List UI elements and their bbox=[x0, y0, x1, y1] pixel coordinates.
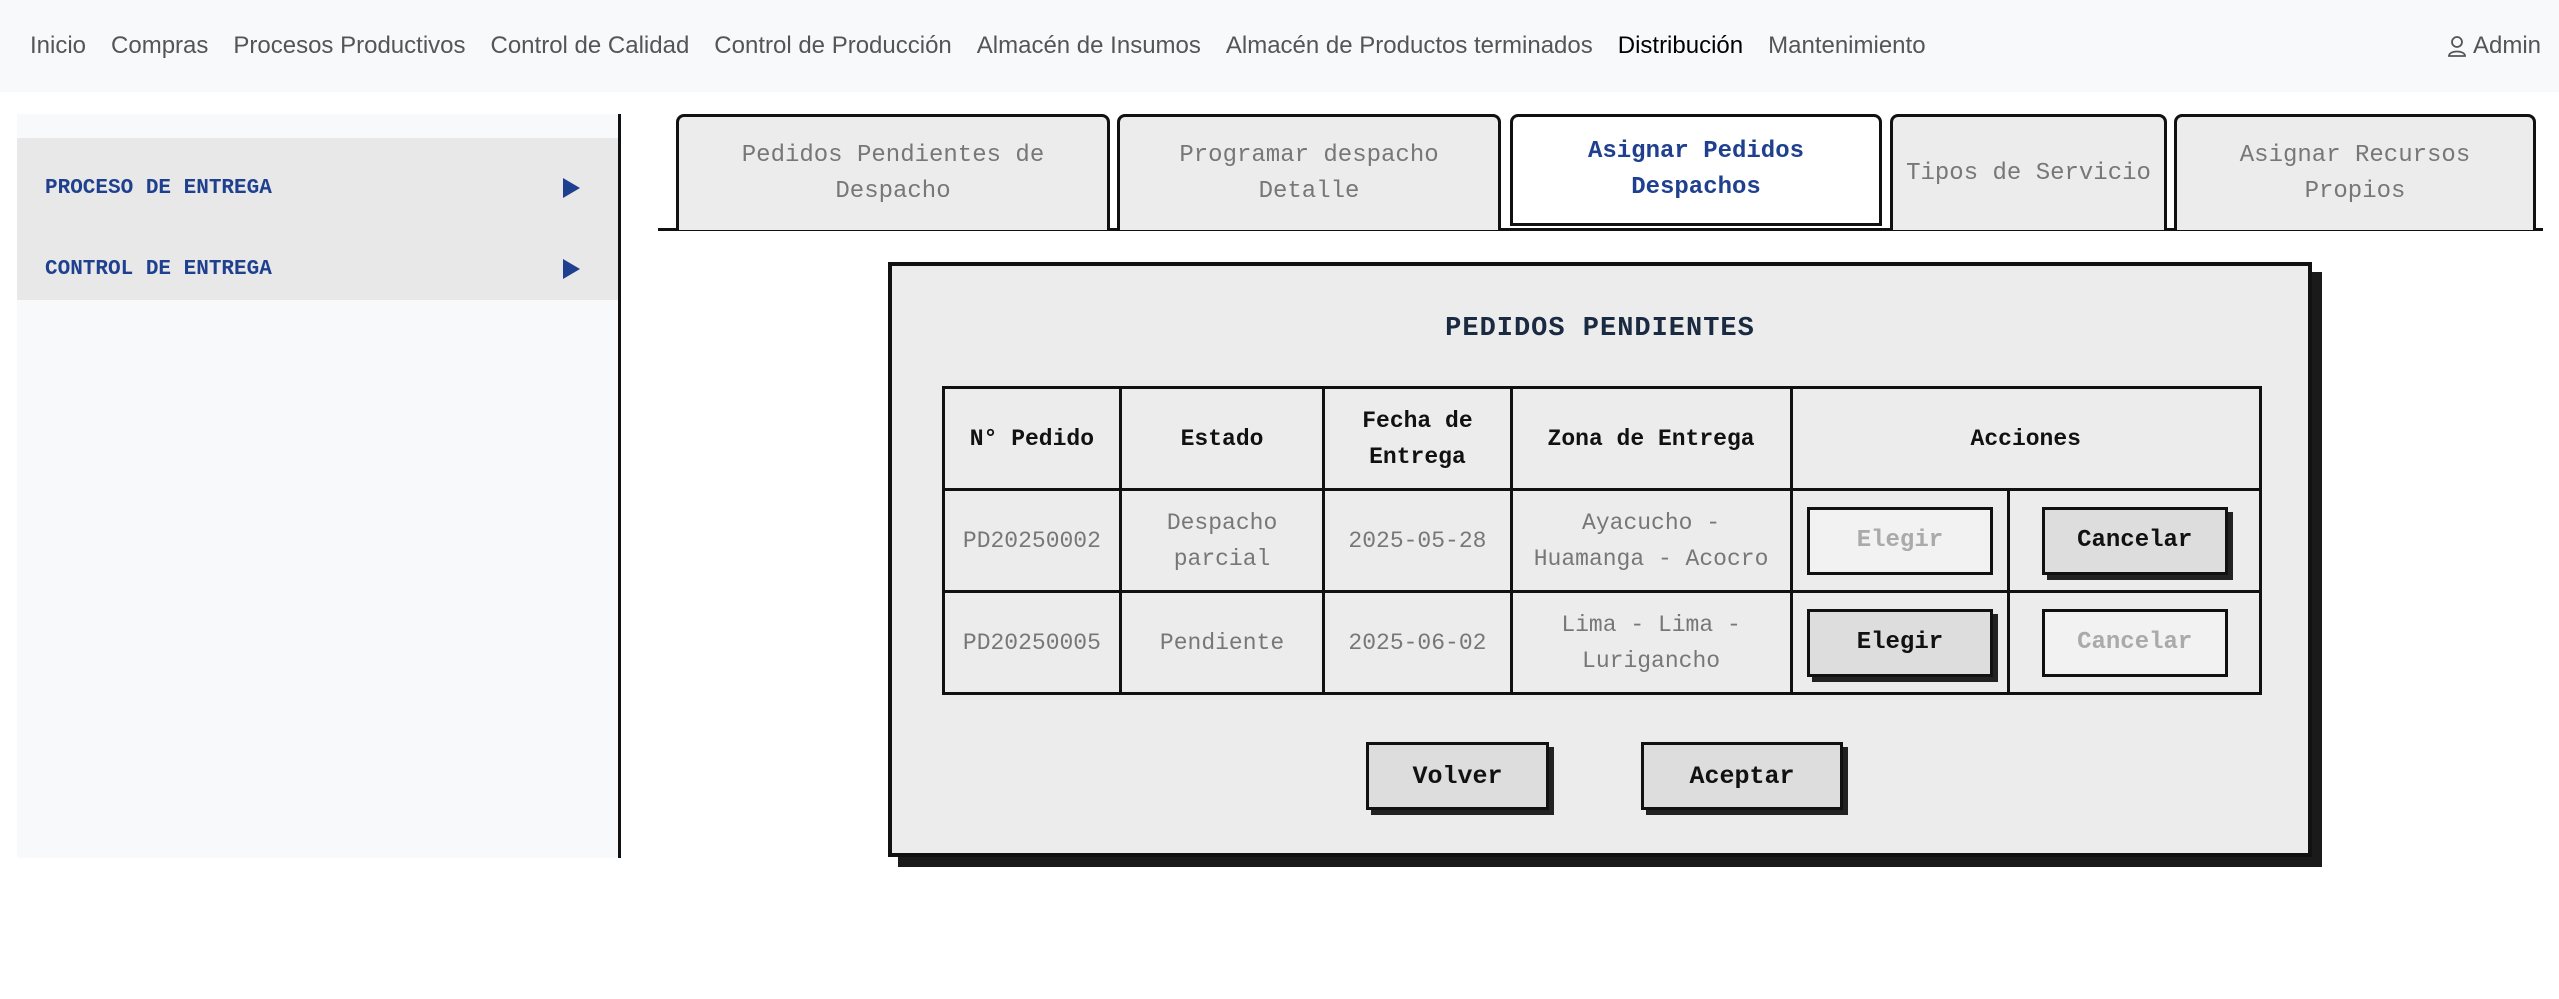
aceptar-button[interactable]: Aceptar bbox=[1641, 742, 1843, 810]
sidebar: PROCESO DE ENTREGA CONTROL DE ENTREGA bbox=[17, 114, 621, 858]
triangle-right-icon bbox=[563, 178, 580, 198]
tab-asignar-recursos[interactable]: Asignar Recursos Propios bbox=[2174, 114, 2536, 230]
cancelar-button[interactable]: Cancelar bbox=[2041, 506, 2228, 575]
col-header-estado: Estado bbox=[1118, 386, 1326, 491]
cell-pedido: PD20250005 bbox=[942, 590, 1122, 695]
cell-estado: Pendiente bbox=[1118, 590, 1326, 695]
nav-almacen-insumos[interactable]: Almacén de Insumos bbox=[977, 32, 1201, 60]
sidebar-item-label: CONTROL DE ENTREGA bbox=[45, 257, 272, 281]
nav-inicio[interactable]: Inicio bbox=[30, 32, 86, 60]
elegir-button[interactable]: Elegir bbox=[1806, 506, 1993, 575]
cell-fecha: 2025-06-02 bbox=[1322, 590, 1513, 695]
tab-tipos-servicio[interactable]: Tipos de Servicio bbox=[1890, 114, 2167, 230]
cell-cancelar: Cancelar bbox=[2007, 488, 2262, 593]
tab-pedidos-pendientes[interactable]: Pedidos Pendientes de Despacho bbox=[676, 114, 1110, 230]
tab-asignar-pedidos[interactable]: Asignar Pedidos Despachos bbox=[1510, 114, 1882, 226]
nav-control-calidad[interactable]: Control de Calidad bbox=[491, 32, 690, 60]
user-menu[interactable]: Admin bbox=[2447, 0, 2541, 92]
orders-table: N° Pedido Estado Fecha de Entrega Zona d… bbox=[942, 386, 2262, 695]
col-header-pedido: N° Pedido bbox=[942, 386, 1122, 491]
cell-elegir: Elegir bbox=[1789, 590, 2011, 695]
tab-label: Tipos de Servicio bbox=[1906, 159, 2151, 187]
cell-pedido: PD20250002 bbox=[942, 488, 1122, 593]
cell-cancelar: Cancelar bbox=[2007, 590, 2262, 695]
sidebar-menu: PROCESO DE ENTREGA CONTROL DE ENTREGA bbox=[17, 138, 618, 300]
user-name: Admin bbox=[2472, 32, 2541, 59]
col-header-acciones: Acciones bbox=[1789, 386, 2262, 491]
nav-distribucion[interactable]: Distribución bbox=[1618, 32, 1743, 60]
tab-label: Asignar Pedidos Despachos bbox=[1587, 138, 1805, 201]
tab-label: Pedidos Pendientes de Despacho bbox=[741, 141, 1045, 205]
user-icon bbox=[2448, 36, 2466, 57]
cell-fecha: 2025-05-28 bbox=[1322, 488, 1513, 593]
col-header-zona: Zona de Entrega bbox=[1509, 386, 1793, 491]
sidebar-item-control-entrega[interactable]: CONTROL DE ENTREGA bbox=[45, 249, 600, 289]
nav-procesos-productivos[interactable]: Procesos Productivos bbox=[233, 32, 465, 60]
table-header-row: N° Pedido Estado Fecha de Entrega Zona d… bbox=[942, 386, 2262, 491]
tab-label: Programar despacho Detalle bbox=[1179, 141, 1439, 205]
modal-title: PEDIDOS PENDIENTES bbox=[1445, 314, 1755, 344]
sidebar-item-label: PROCESO DE ENTREGA bbox=[45, 176, 272, 200]
table-row: PD20250002 Despacho parcial 2025-05-28 A… bbox=[942, 488, 2262, 593]
cell-zona: Lima - Lima - Lurigancho bbox=[1509, 590, 1793, 695]
tab-programar-despacho[interactable]: Programar despacho Detalle bbox=[1117, 114, 1501, 230]
elegir-button[interactable]: Elegir bbox=[1806, 608, 1993, 677]
cell-elegir: Elegir bbox=[1789, 488, 2011, 593]
pedidos-pendientes-modal: PEDIDOS PENDIENTES N° Pedido Estado Fech… bbox=[888, 262, 2312, 857]
top-navbar: Inicio Compras Procesos Productivos Cont… bbox=[0, 0, 2559, 92]
volver-button[interactable]: Volver bbox=[1366, 742, 1549, 810]
nav-compras[interactable]: Compras bbox=[111, 32, 208, 60]
nav-control-produccion[interactable]: Control de Producción bbox=[714, 32, 951, 60]
sidebar-item-proceso-entrega[interactable]: PROCESO DE ENTREGA bbox=[45, 168, 600, 208]
cell-estado: Despacho parcial bbox=[1118, 488, 1326, 593]
col-header-fecha: Fecha de Entrega bbox=[1322, 386, 1513, 491]
triangle-right-icon bbox=[563, 259, 580, 279]
table-row: PD20250005 Pendiente 2025-06-02 Lima - L… bbox=[942, 590, 2262, 695]
cancelar-button[interactable]: Cancelar bbox=[2041, 608, 2228, 677]
nav-mantenimiento[interactable]: Mantenimiento bbox=[1768, 32, 1925, 60]
cell-zona: Ayacucho - Huamanga - Acocro bbox=[1509, 488, 1793, 593]
nav-almacen-productos[interactable]: Almacén de Productos terminados bbox=[1226, 32, 1593, 60]
tab-label: Asignar Recursos Propios bbox=[2239, 141, 2471, 205]
